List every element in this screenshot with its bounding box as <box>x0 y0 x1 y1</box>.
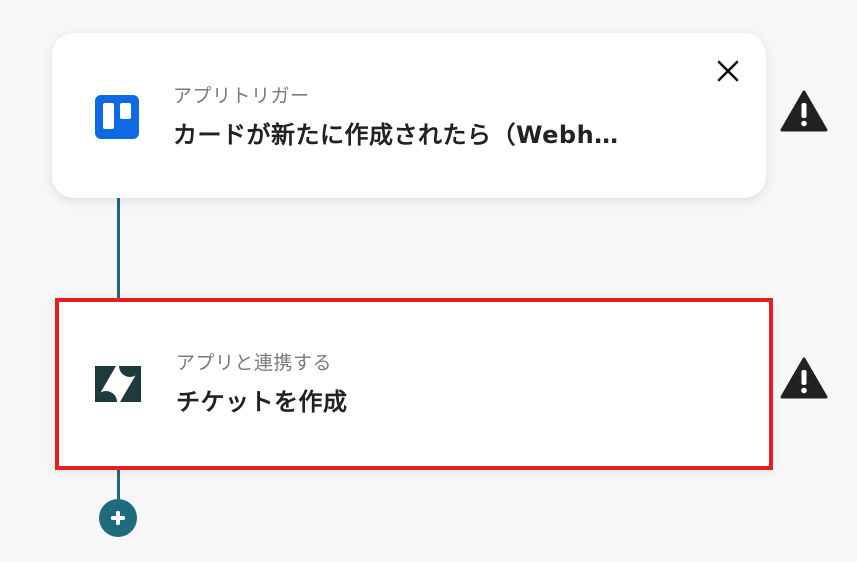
trello-icon <box>95 95 139 139</box>
flow-connector-top <box>117 190 120 300</box>
warning-icon[interactable] <box>780 90 828 132</box>
trigger-step-card[interactable]: アプリトリガー カードが新たに作成されたら（Webh… <box>52 33 766 198</box>
action-title: チケットを作成 <box>176 388 348 416</box>
zendesk-icon <box>95 366 141 402</box>
action-step-card[interactable]: アプリと連携する チケットを作成 <box>55 298 771 468</box>
action-category-label: アプリと連携する <box>176 352 333 374</box>
trigger-title: カードが新たに作成されたら（Webh… <box>173 121 619 149</box>
close-icon[interactable] <box>712 55 744 87</box>
trigger-category-label: アプリトリガー <box>173 85 310 107</box>
plus-icon <box>111 511 125 525</box>
warning-icon[interactable] <box>780 357 828 399</box>
add-step-button[interactable] <box>99 499 137 537</box>
flow-connector-bottom <box>117 462 120 502</box>
